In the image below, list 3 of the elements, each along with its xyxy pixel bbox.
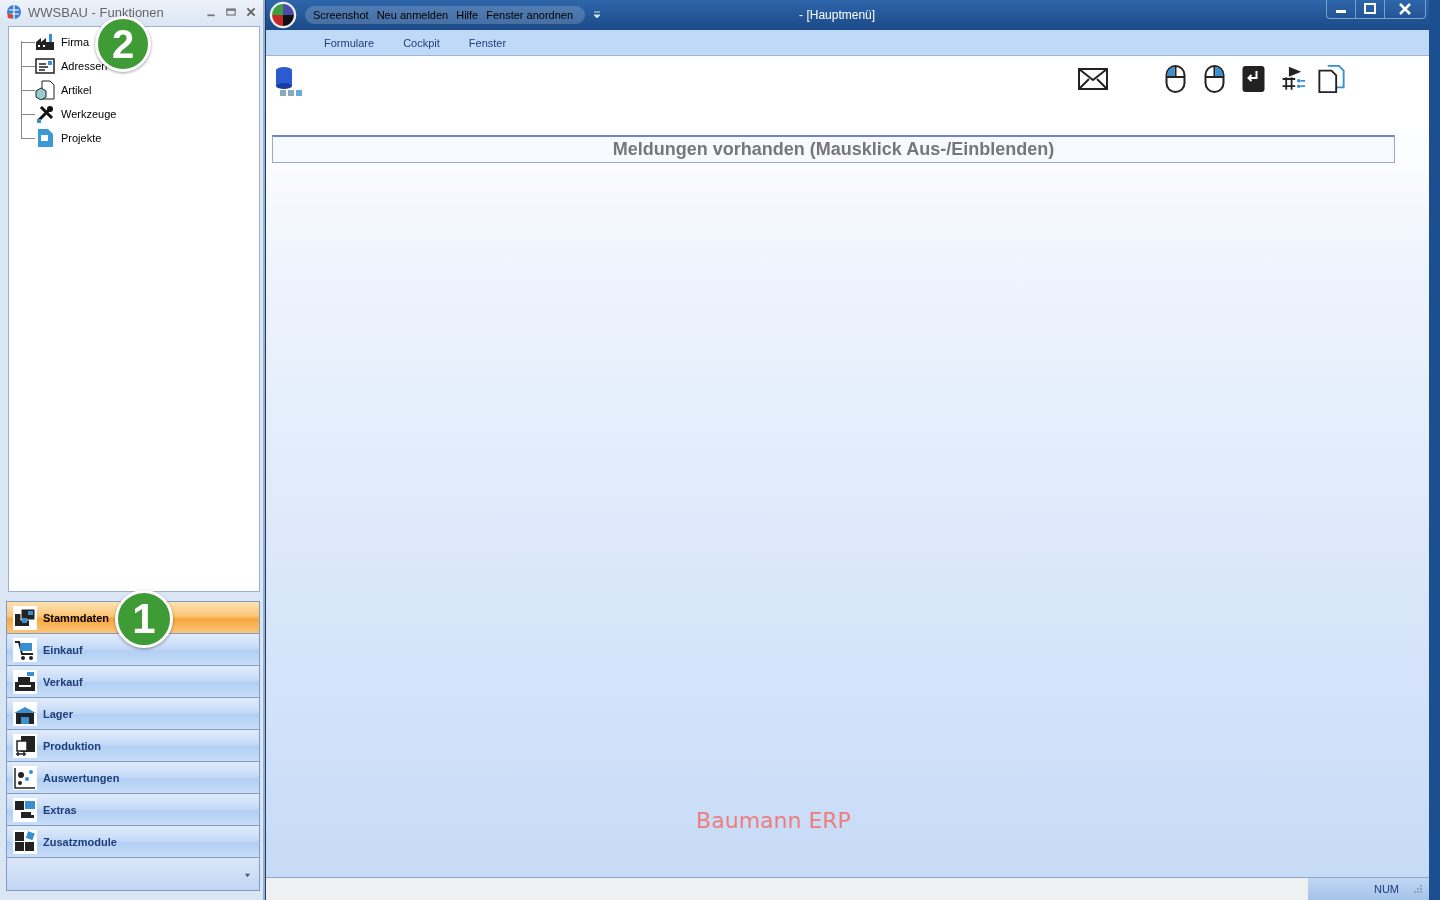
num-lock-indicator: NUM [1373,883,1399,895]
brand-text: Baumann ERP [696,808,851,833]
window-title: - [Hauptmenü] [799,8,876,22]
